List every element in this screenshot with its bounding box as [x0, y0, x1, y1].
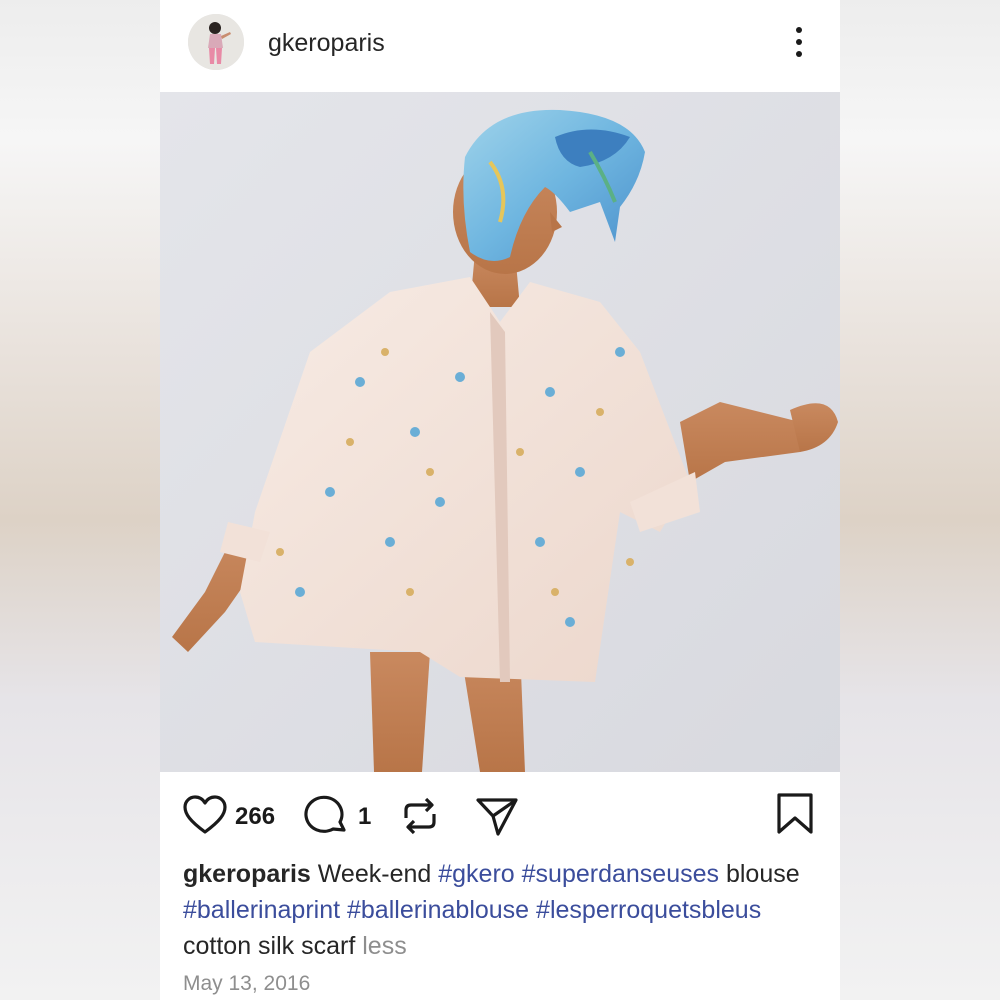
caption-space [340, 896, 347, 924]
caption-space [529, 896, 536, 924]
comment-count[interactable]: 1 [358, 803, 371, 831]
post-header: gkeroparis [160, 0, 840, 92]
hashtag-link[interactable]: #superdanseuses [522, 860, 719, 888]
hashtag-link[interactable]: #ballerinablouse [347, 896, 529, 924]
hashtag-link[interactable]: #ballerinaprint [183, 896, 340, 924]
repost-icon[interactable] [398, 794, 442, 843]
hashtag-link[interactable]: #lesperroquetsbleus [536, 896, 761, 924]
avatar[interactable] [188, 14, 244, 70]
heart-icon[interactable] [182, 794, 228, 841]
caption-text: blouse [719, 860, 800, 888]
more-options-icon[interactable] [784, 22, 814, 62]
caption-username[interactable]: gkeroparis [183, 860, 311, 888]
comment-icon[interactable] [304, 794, 350, 843]
caption-space [515, 860, 522, 888]
caption-text: cotton silk scarf [183, 932, 363, 960]
less-button[interactable]: less [362, 932, 406, 960]
caption-text: Week-end [310, 860, 439, 888]
post-photo[interactable] [160, 92, 840, 772]
hashtag-link[interactable]: #gkero [438, 860, 514, 888]
post-date: May 13, 2016 [183, 972, 311, 995]
like-count[interactable]: 266 [235, 803, 275, 831]
post-username[interactable]: gkeroparis [268, 28, 385, 58]
action-bar: 266 1 [160, 772, 840, 862]
share-icon[interactable] [474, 794, 520, 843]
post-card: gkeroparis 266 1 gkeroparis Week-end #gk… [160, 0, 840, 1000]
bookmark-icon[interactable] [775, 792, 815, 841]
post-caption: gkeroparis Week-end #gkero #superdanseus… [183, 856, 823, 964]
